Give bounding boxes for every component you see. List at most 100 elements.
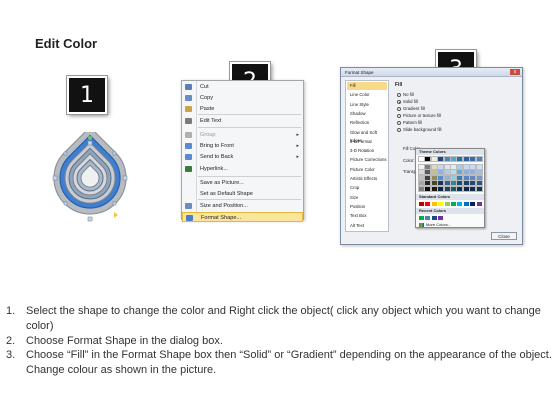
theme-color-swatch[interactable] — [437, 163, 445, 170]
theme-color-swatch[interactable] — [418, 174, 425, 181]
theme-color-swatch[interactable] — [469, 174, 477, 181]
fill-option-pattern-fill[interactable]: Pattern fill — [397, 120, 422, 126]
theme-color-swatch[interactable] — [456, 174, 464, 181]
standard-color-swatch[interactable] — [476, 202, 482, 206]
theme-color-swatch[interactable] — [418, 169, 425, 176]
theme-color-swatch[interactable] — [443, 180, 451, 187]
theme-color-swatch[interactable] — [418, 186, 425, 192]
selected-teardrop-shape[interactable] — [40, 126, 140, 232]
theme-color-swatch[interactable] — [437, 186, 445, 192]
theme-color-swatch[interactable] — [450, 174, 457, 181]
radio-unchecked-icon[interactable] — [397, 121, 401, 125]
nav-item-picture-corrections[interactable]: Picture Corrections — [347, 156, 387, 164]
menu-item-cut[interactable]: Cut — [182, 82, 303, 92]
theme-color-swatch[interactable] — [424, 186, 432, 192]
theme-color-swatch[interactable] — [475, 169, 483, 176]
theme-color-swatch[interactable] — [430, 156, 438, 162]
fill-option-gradient-fill[interactable]: Gradient fill — [397, 106, 425, 112]
theme-color-swatch[interactable] — [462, 174, 470, 181]
theme-color-swatch[interactable] — [469, 169, 477, 176]
recent-color-swatch[interactable] — [431, 216, 437, 220]
fill-option-slide-background-fill[interactable]: Slide background fill — [397, 127, 441, 133]
theme-color-swatch[interactable] — [437, 180, 445, 187]
theme-color-swatch[interactable] — [475, 156, 483, 162]
theme-color-swatch[interactable] — [424, 156, 432, 162]
standard-color-swatch[interactable] — [444, 202, 450, 206]
radio-unchecked-icon[interactable] — [397, 128, 401, 132]
theme-color-swatch[interactable] — [456, 186, 464, 192]
nav-item-text-box[interactable]: Text Box — [347, 212, 387, 220]
nav-item-size[interactable]: Size — [347, 194, 387, 202]
nav-item-shadow[interactable]: Shadow — [347, 110, 387, 118]
menu-item-set-as-default-shape[interactable]: Set as Default Shape — [182, 189, 303, 199]
theme-color-swatch[interactable] — [450, 163, 457, 170]
recent-color-swatch[interactable] — [425, 216, 431, 220]
theme-color-swatch[interactable] — [456, 169, 464, 176]
theme-color-swatch[interactable] — [462, 163, 470, 170]
theme-color-swatch[interactable] — [443, 156, 451, 162]
theme-color-swatch[interactable] — [424, 180, 432, 187]
theme-color-swatch[interactable] — [475, 180, 483, 187]
radio-unchecked-icon[interactable] — [397, 114, 401, 118]
nav-item-line-style[interactable]: Line Style — [347, 101, 387, 109]
theme-color-swatch[interactable] — [430, 180, 438, 187]
theme-color-swatch[interactable] — [456, 163, 464, 170]
theme-color-swatch[interactable] — [469, 163, 477, 170]
theme-color-swatch[interactable] — [430, 186, 438, 192]
theme-color-swatch[interactable] — [437, 169, 445, 176]
standard-color-swatch[interactable] — [438, 202, 444, 206]
theme-color-swatch[interactable] — [437, 174, 445, 181]
theme-color-swatch[interactable] — [456, 156, 464, 162]
standard-color-swatch[interactable] — [457, 202, 463, 206]
theme-color-swatch[interactable] — [430, 169, 438, 176]
menu-item-size-and-position[interactable]: Size and Position... — [182, 201, 303, 211]
nav-item-alt-text[interactable]: Alt Text — [347, 222, 387, 230]
standard-color-swatch[interactable] — [463, 202, 469, 206]
menu-item-bring-to-front[interactable]: Bring to Front ▸ — [182, 141, 303, 151]
menu-item-send-to-back[interactable]: Send to Back ▸ — [182, 152, 303, 162]
nav-item-crop[interactable]: Crop — [347, 184, 387, 192]
theme-color-swatch[interactable] — [418, 156, 425, 162]
theme-color-swatch[interactable] — [443, 169, 451, 176]
nav-item-line-color[interactable]: Line Color — [347, 91, 387, 99]
theme-color-swatch[interactable] — [475, 174, 483, 181]
theme-color-swatch[interactable] — [443, 186, 451, 192]
menu-item-copy[interactable]: Copy — [182, 93, 303, 103]
theme-color-swatch[interactable] — [443, 163, 451, 170]
theme-color-swatch[interactable] — [430, 163, 438, 170]
theme-color-swatch[interactable] — [462, 169, 470, 176]
theme-color-swatch[interactable] — [462, 186, 470, 192]
menu-item-format-shape[interactable]: Format Shape... — [182, 212, 303, 222]
theme-color-swatch[interactable] — [437, 156, 445, 162]
close-icon[interactable]: x — [510, 69, 520, 75]
nav-item-3-d-format[interactable]: 3-D Format — [347, 138, 387, 146]
standard-color-swatch[interactable] — [425, 202, 431, 206]
fill-option-no-fill[interactable]: No fill — [397, 92, 414, 98]
nav-item-position[interactable]: Position — [347, 203, 387, 211]
fill-option-picture-or-texture-fill[interactable]: Picture or texture fill — [397, 113, 441, 119]
theme-color-swatch[interactable] — [424, 163, 432, 170]
theme-color-swatch[interactable] — [418, 163, 425, 170]
more-colors-link[interactable]: More Colors... — [419, 222, 451, 228]
recent-color-swatch[interactable] — [419, 216, 424, 220]
theme-color-swatch[interactable] — [462, 156, 470, 162]
recent-color-swatch[interactable] — [438, 216, 444, 220]
theme-color-swatch[interactable] — [469, 156, 477, 162]
theme-color-swatch[interactable] — [450, 180, 457, 187]
theme-color-swatch[interactable] — [450, 186, 457, 192]
standard-color-swatch[interactable] — [451, 202, 456, 206]
nav-item-reflection[interactable]: Reflection — [347, 119, 387, 127]
theme-color-swatch[interactable] — [469, 186, 477, 192]
theme-color-swatch[interactable] — [475, 163, 483, 170]
theme-color-swatch[interactable] — [475, 186, 483, 192]
menu-item-edit-text[interactable]: Edit Text — [182, 116, 303, 126]
menu-item-save-as-picture[interactable]: Save as Picture... — [182, 178, 303, 188]
fill-option-solid-fill[interactable]: Solid fill — [397, 99, 418, 105]
theme-color-swatch[interactable] — [456, 180, 464, 187]
nav-item-artistic-effects[interactable]: Artistic Effects — [347, 175, 387, 183]
theme-color-swatch[interactable] — [450, 156, 457, 162]
standard-color-swatch[interactable] — [470, 202, 476, 206]
radio-unchecked-icon[interactable] — [397, 107, 401, 111]
theme-color-swatch[interactable] — [469, 180, 477, 187]
standard-color-swatch[interactable] — [419, 202, 424, 206]
